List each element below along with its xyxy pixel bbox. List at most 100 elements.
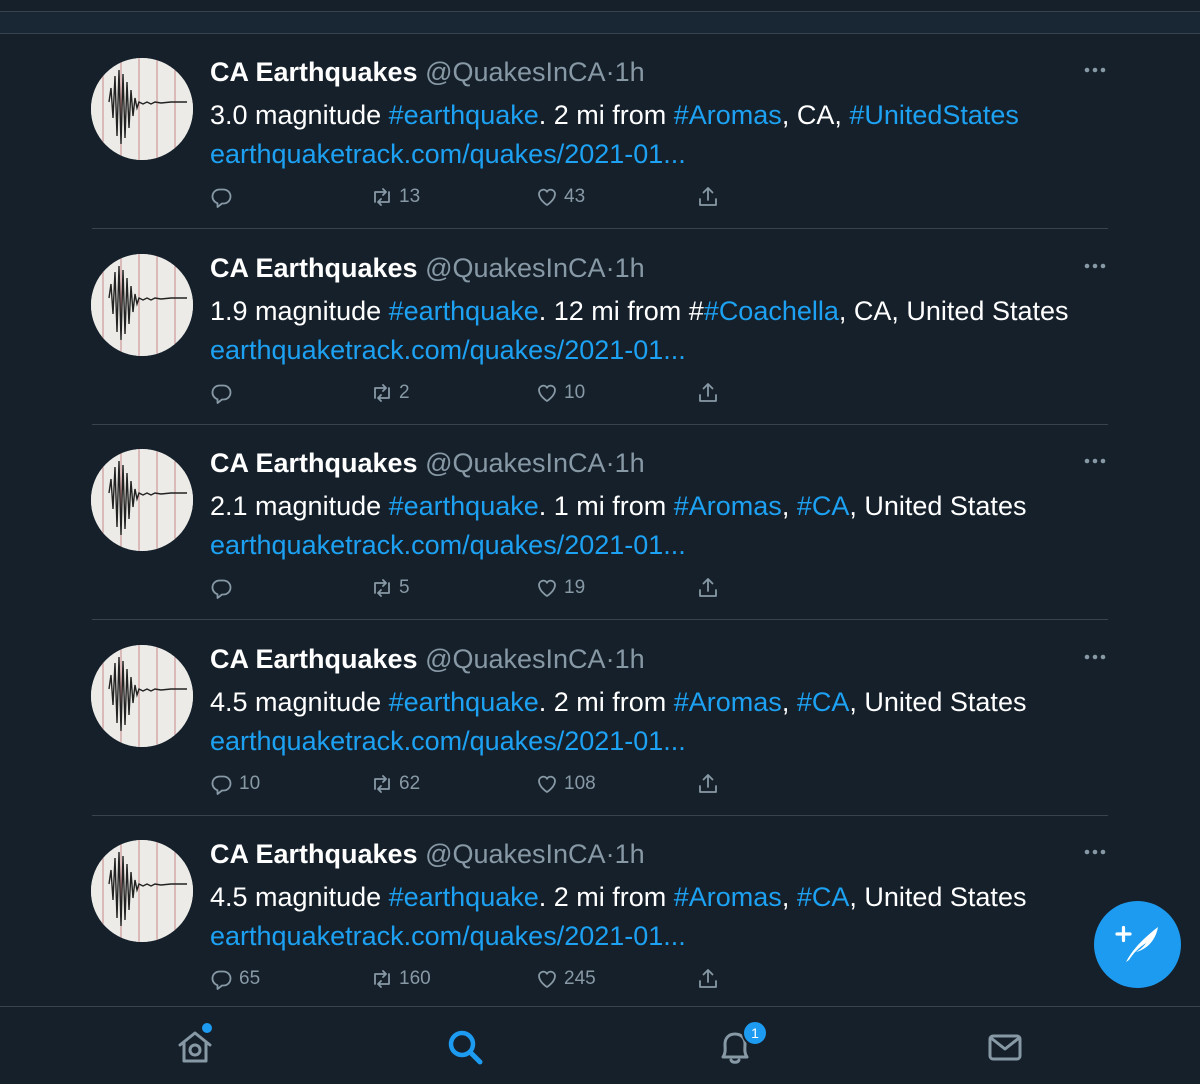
user-handle[interactable]: @QuakesInCA [425,839,605,869]
retweet-button[interactable]: 13 [370,184,420,210]
nav-messages[interactable] [985,1027,1025,1067]
reply-button[interactable] [210,575,239,601]
nav-home[interactable] [175,1021,215,1067]
tweet-text-segment: 3.0 magnitude [210,100,389,130]
more-dots-icon [1084,849,1106,855]
tweet-url-link[interactable]: earthquaketrack.com/quakes/2021-01... [210,917,1130,956]
retweet-button[interactable]: 2 [370,380,410,406]
status-bar [0,0,1200,12]
seismograph-avatar-image [91,253,193,356]
share-button[interactable] [696,575,720,601]
hashtag-link[interactable]: #CA [797,491,850,521]
tweet-text-segment: . 2 mi from [538,686,674,717]
hashtag-link[interactable]: #earthquake [389,882,539,912]
tweet-text-segment: , CA, United States [838,295,1069,326]
avatar[interactable] [91,644,193,747]
display-name[interactable]: CA Earthquakes [210,839,418,869]
tweet-url-link[interactable]: earthquaketrack.com/quakes/2021-01... [210,135,1130,174]
tweet[interactable]: CA Earthquakes @QuakesInCA·1h 3.0 magnitu… [0,34,1200,229]
hashtag-link[interactable]: #UnitedStates [849,100,1019,130]
more-options-button[interactable] [1080,449,1110,473]
timestamp[interactable]: 1h [615,57,645,87]
tweet[interactable]: CA Earthquakes @QuakesInCA·1h 4.5 magnitu… [0,621,1200,816]
hashtag-link[interactable]: #Aromas [674,491,782,521]
reply-icon [211,384,232,404]
hashtag-link[interactable]: #Aromas [674,687,782,717]
nav-search[interactable] [445,1027,485,1067]
hashtag-link[interactable]: #CA [797,687,850,717]
retweet-button[interactable]: 160 [370,966,431,992]
tweet-text-segment: , CA, [781,100,850,130]
hashtag-link[interactable]: #earthquake [389,100,539,130]
retweet-button[interactable]: 62 [370,771,420,797]
heart-icon [538,188,556,206]
retweet-button[interactable]: 5 [370,575,410,601]
tweet-url-link[interactable]: earthquaketrack.com/quakes/2021-01... [210,331,1130,370]
tweet-actions: 13 43 [210,184,810,210]
tweet-actions: 2 10 [210,380,810,406]
tweet-url-link[interactable]: earthquaketrack.com/quakes/2021-01... [210,722,1130,761]
display-name[interactable]: CA Earthquakes [210,253,418,283]
tweet-text: 4.5 magnitude #earthquake. 2 mi from #Ar… [210,683,1130,722]
reply-button[interactable] [210,184,239,210]
avatar[interactable] [91,253,193,356]
tweet-url-link[interactable]: earthquaketrack.com/quakes/2021-01... [210,526,1130,565]
tweet-text-segment: . 12 mi from # [538,295,704,326]
hashtag-link[interactable]: #earthquake [389,491,539,521]
share-button[interactable] [696,966,720,992]
tweet-text: 4.5 magnitude #earthquake. 2 mi from #Ar… [210,878,1130,917]
separator-dot: · [605,57,615,87]
nav-notifications[interactable]: 1 [715,1020,768,1067]
retweet-button-count: 160 [399,968,431,989]
separator-dot: · [605,252,615,283]
user-handle[interactable]: @QuakesInCA [425,644,605,674]
tweet[interactable]: CA Earthquakes @QuakesInCA·1h 1.9 magnitu… [0,230,1200,425]
tweet-text-segment: 1.9 magnitude [210,295,389,326]
avatar[interactable] [91,449,193,551]
like-button[interactable]: 19 [535,575,585,601]
seismograph-avatar-image [91,449,193,551]
hashtag-link[interactable]: #earthquake [389,296,539,326]
reply-button[interactable]: 10 [210,771,260,797]
tweet[interactable]: CA Earthquakes @QuakesInCA·1h 2.1 magnitu… [0,425,1200,620]
timestamp[interactable]: 1h [615,448,645,478]
like-button[interactable]: 245 [535,966,596,992]
more-options-button[interactable] [1080,645,1110,669]
hashtag-link[interactable]: #Aromas [674,100,782,130]
more-options-button[interactable] [1080,840,1110,864]
like-button[interactable]: 10 [535,380,585,406]
more-options-button[interactable] [1080,254,1110,278]
avatar[interactable] [91,840,193,942]
retweet-icon [374,579,390,597]
user-handle[interactable]: @QuakesInCA [425,57,605,87]
heart-icon [538,775,556,793]
share-button[interactable] [696,771,720,797]
timestamp[interactable]: 1h [615,644,645,674]
seismograph-avatar-image [91,644,193,747]
compose-tweet-button[interactable] [1094,901,1181,988]
like-button[interactable]: 108 [535,771,596,797]
reply-button[interactable] [210,380,239,406]
hashtag-link[interactable]: #earthquake [389,687,539,717]
user-handle[interactable]: @QuakesInCA [425,253,605,283]
display-name[interactable]: CA Earthquakes [210,644,418,674]
user-handle[interactable]: @QuakesInCA [425,448,605,478]
timestamp[interactable]: 1h [615,839,645,869]
share-button[interactable] [696,184,720,210]
reply-button[interactable]: 65 [210,966,260,992]
avatar[interactable] [91,58,193,160]
retweet-button-count: 62 [399,772,421,794]
tweet-text-segment: . 1 mi from [538,491,674,521]
hashtag-link[interactable]: #CA [797,882,850,912]
hashtag-link[interactable]: #Coachella [704,296,839,326]
display-name[interactable]: CA Earthquakes [210,448,418,478]
display-name[interactable]: CA Earthquakes [210,57,418,87]
more-options-button[interactable] [1080,58,1110,82]
like-button[interactable]: 43 [535,184,585,210]
share-button[interactable] [696,380,720,406]
retweet-icon [374,188,390,206]
heart-icon [538,579,556,597]
tweet[interactable]: CA Earthquakes @QuakesInCA·1h 4.5 magnitu… [0,816,1200,1011]
hashtag-link[interactable]: #Aromas [674,882,782,912]
timestamp[interactable]: 1h [615,253,645,283]
